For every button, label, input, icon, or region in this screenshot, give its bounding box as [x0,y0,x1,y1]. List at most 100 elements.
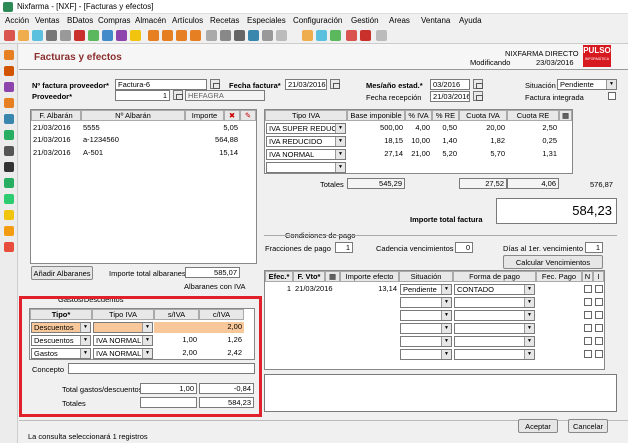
albaran-amount[interactable]: 5,05 [185,123,240,134]
last-record-icon[interactable] [190,30,201,41]
warning-icon[interactable] [4,210,14,220]
alert-icon[interactable] [360,30,371,41]
efecto-n-checkbox[interactable] [584,324,592,332]
efecto-forma-pago-select-empty[interactable] [454,336,535,347]
box-icon[interactable] [4,82,14,92]
efecto-situacion-select-empty[interactable] [400,349,452,360]
efecto-forma-pago-select-empty[interactable] [454,349,535,360]
print-icon[interactable] [206,30,217,41]
efecto-fvto[interactable]: 21/03/2016 [293,284,340,295]
iva-pct[interactable]: 21,00 [405,149,432,160]
cuota-iva[interactable]: 5,70 [459,149,507,160]
mes-calendar-icon[interactable] [473,79,483,89]
albaran-number[interactable]: A-501 [81,148,185,159]
settings-icon[interactable] [262,30,273,41]
efecto-n-checkbox[interactable] [584,298,592,306]
cart-icon[interactable] [4,98,14,108]
menu-ventas[interactable]: Ventas [35,16,59,25]
efectos-notes-area[interactable] [264,374,617,412]
copy-icon[interactable] [46,30,57,41]
iva-pct[interactable]: 4,00 [405,123,432,134]
pill-icon[interactable] [4,130,14,140]
efecto-n-checkbox[interactable] [584,285,592,293]
mail-icon[interactable] [248,30,259,41]
cuota-iva[interactable]: 20,00 [459,123,507,134]
folder-icon[interactable] [302,30,313,41]
efecto-i-checkbox[interactable] [595,350,603,358]
help-icon[interactable] [376,30,387,41]
paste-icon[interactable] [60,30,71,41]
key-icon[interactable] [4,226,14,236]
re-pct[interactable]: 5,20 [432,149,459,160]
efecto-situacion-select-empty[interactable] [400,310,452,321]
albaran-edit-icon[interactable]: ✎ [240,110,256,121]
re-pct[interactable]: 0,50 [432,123,459,134]
pharmacy-icon[interactable] [330,30,341,41]
albaran-date[interactable]: 21/03/2016 [31,123,81,134]
proveedor-lookup-icon[interactable] [173,90,183,100]
cancel-button[interactable]: Cancelar [568,419,608,433]
albaran-number[interactable]: a-1234560 [81,135,185,146]
truck-icon[interactable] [4,114,14,124]
menu-gestion[interactable]: Gestión [351,16,379,25]
fecha-recepcion-calendar-icon[interactable] [473,91,483,101]
cuota-iva[interactable]: 1,82 [459,136,507,147]
efectos-calendar-icon[interactable]: ▦ [325,271,340,282]
dias-input[interactable]: 1 [585,242,603,253]
efecto-situacion-select-empty[interactable] [400,336,452,347]
plus-icon[interactable] [4,178,14,188]
nfactura-lookup-icon[interactable] [210,79,220,89]
filter-icon[interactable] [116,30,127,41]
tipo-iva-select[interactable]: IVA NORMAL [266,149,346,160]
refresh-icon[interactable] [4,194,14,204]
efecto-forma-pago-select-empty[interactable] [454,323,535,334]
efecto-forma-pago-select-empty[interactable] [454,310,535,321]
barcode-icon[interactable] [4,162,14,172]
new-icon[interactable] [88,30,99,41]
proveedor-code-input[interactable]: 1 [115,90,170,101]
cadencia-input[interactable]: 0 [455,242,473,253]
first-record-icon[interactable] [148,30,159,41]
efecto-situacion-select-empty[interactable] [400,297,452,308]
fecha-factura-input[interactable]: 21/03/2016 [285,79,327,90]
fecha-factura-calendar-icon[interactable] [330,79,340,89]
next-record-icon[interactable] [176,30,187,41]
tipo-iva-select-empty[interactable] [266,162,346,173]
iva-base[interactable]: 27,14 [347,149,405,160]
calcular-vencimientos-button[interactable]: Calcular Vencimientos [503,255,603,269]
cuota-re[interactable]: 0,25 [507,136,559,147]
open-icon[interactable] [18,30,29,41]
prev-record-icon[interactable] [162,30,173,41]
albaran-date[interactable]: 21/03/2016 [31,148,81,159]
menu-articulos[interactable]: Artículos [172,16,203,25]
menu-accion[interactable]: Acción [5,16,29,25]
integrada-checkbox[interactable] [608,92,616,100]
efecto-number[interactable]: 1 [265,284,293,295]
efecto-i-checkbox[interactable] [595,324,603,332]
tipo-iva-select[interactable]: IVA SUPER REDUCI [266,123,346,134]
cuota-re[interactable]: 2,50 [507,123,559,134]
efecto-n-checkbox[interactable] [584,337,592,345]
star-icon[interactable] [130,30,141,41]
add-albaranes-button[interactable]: Añadir Albaranes [31,266,93,280]
iva-base[interactable]: 18,15 [347,136,405,147]
albaran-amount[interactable]: 564,88 [185,135,240,146]
s-icon[interactable] [346,30,357,41]
efecto-situacion-select[interactable]: Pendiente [400,284,452,295]
accept-button[interactable]: Aceptar [518,419,558,433]
calculator-icon[interactable] [234,30,245,41]
efecto-i-checkbox[interactable] [595,337,603,345]
menu-configuracion[interactable]: Configuración [293,16,342,25]
menu-ayuda[interactable]: Ayuda [459,16,482,25]
document-icon[interactable] [4,146,14,156]
preview-icon[interactable] [220,30,231,41]
delete-icon[interactable] [74,30,85,41]
efecto-n-checkbox[interactable] [584,350,592,358]
tag-icon[interactable] [4,66,14,76]
efecto-i-checkbox[interactable] [595,285,603,293]
fecha-recepcion-input[interactable]: 21/03/2016 [430,91,470,102]
cuota-re[interactable]: 1,31 [507,149,559,160]
efecto-forma-pago-select-empty[interactable] [454,297,535,308]
situacion-select[interactable]: Pendiente [557,79,617,90]
albaran-date[interactable]: 21/03/2016 [31,135,81,146]
